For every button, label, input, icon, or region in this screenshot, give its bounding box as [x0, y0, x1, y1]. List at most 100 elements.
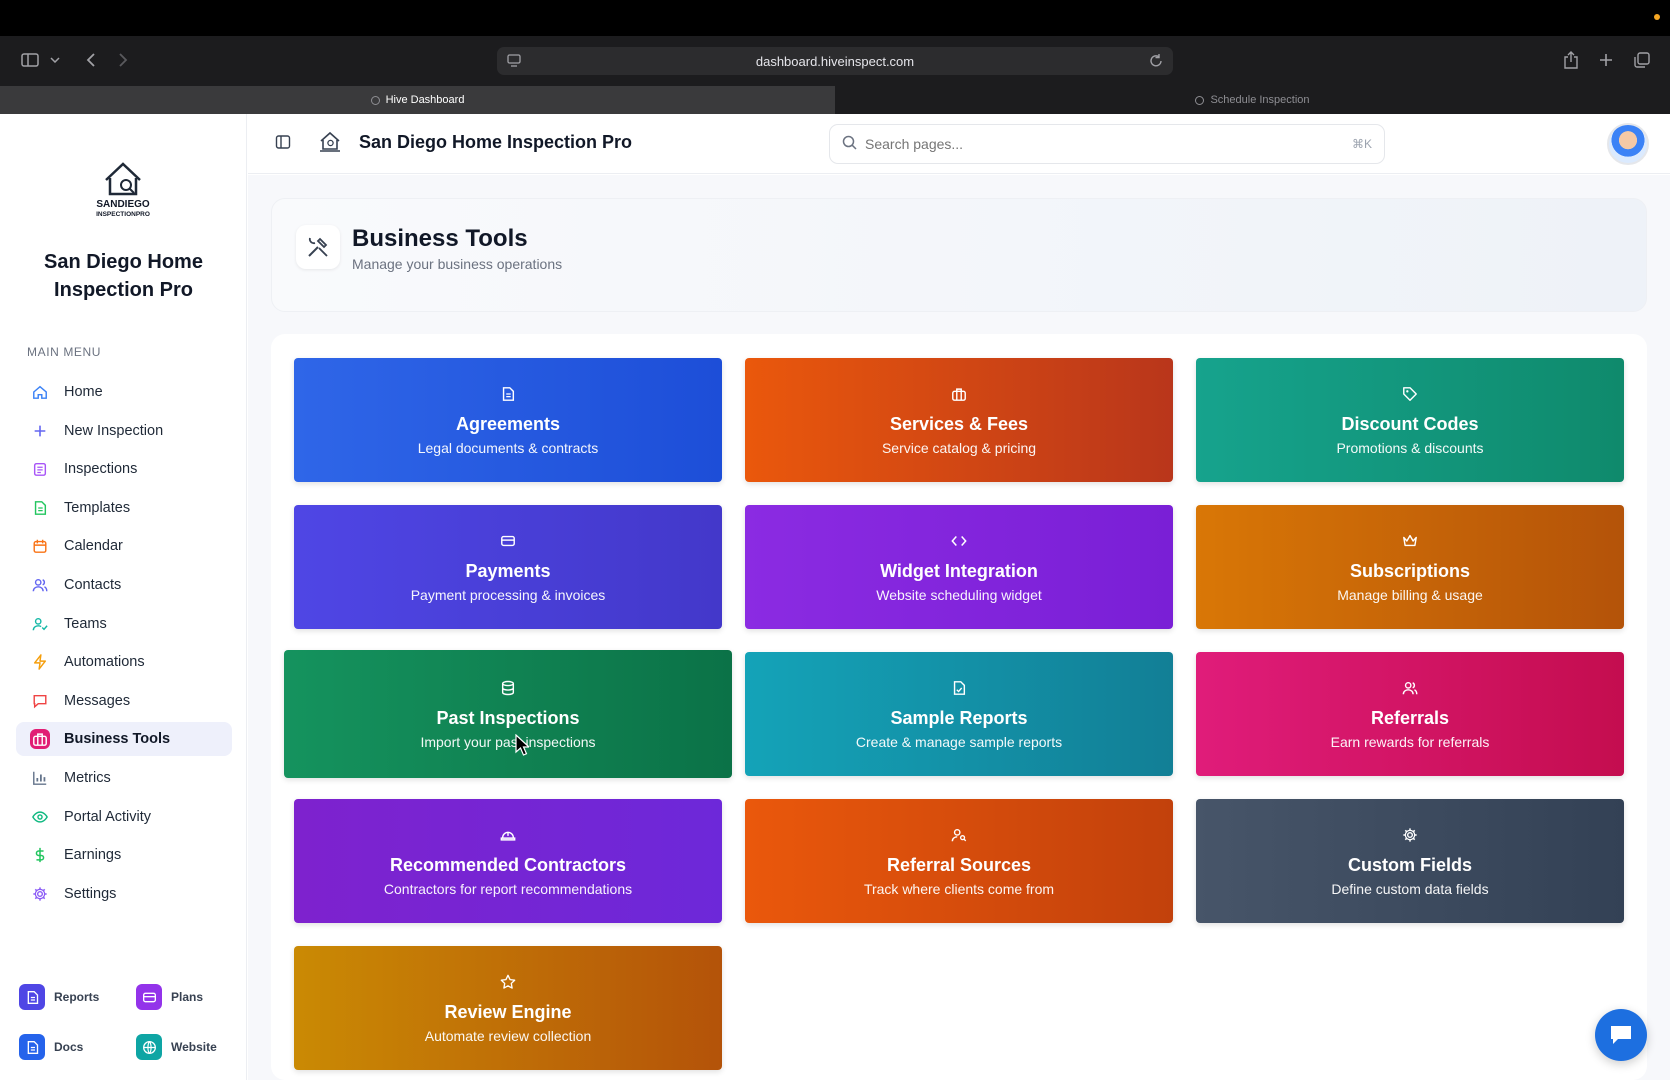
- sidebar-item-label: Inspections: [64, 461, 138, 478]
- tool-card-agreements[interactable]: Agreements Legal documents & contracts: [294, 358, 722, 482]
- tool-card-subtitle: Promotions & discounts: [1336, 439, 1484, 456]
- tool-card-title: Subscriptions: [1349, 560, 1470, 581]
- tool-card-review-engine[interactable]: Review Engine Automate review collection: [294, 946, 722, 1070]
- tab-schedule-inspection[interactable]: Schedule Inspection: [835, 86, 1670, 114]
- tool-card-custom-fields[interactable]: Custom Fields Define custom data fields: [1196, 799, 1624, 923]
- sidebar-item-inspections[interactable]: Inspections: [16, 452, 232, 486]
- sidebar-item-contacts[interactable]: Contacts: [16, 568, 232, 602]
- sidebar-item-calendar[interactable]: Calendar: [16, 529, 232, 563]
- eye-icon: [30, 807, 50, 827]
- svg-text:SANDIEGO: SANDIEGO: [96, 199, 150, 210]
- document-icon: [499, 385, 517, 403]
- page-subtitle: Manage your business operations: [352, 256, 563, 272]
- favicon-icon: [370, 95, 380, 105]
- tool-card-subtitle: Service catalog & pricing: [881, 439, 1037, 456]
- tool-card-subscriptions[interactable]: Subscriptions Manage billing & usage: [1196, 505, 1624, 629]
- page-settings-icon[interactable]: [507, 54, 521, 70]
- home-icon: [30, 382, 50, 402]
- bolt-icon: [30, 652, 50, 672]
- chevron-down-icon[interactable]: [48, 46, 62, 74]
- tab-hive-dashboard[interactable]: Hive Dashboard: [0, 86, 835, 114]
- sidebar-item-label: Automations: [64, 654, 145, 671]
- briefcase-icon: [950, 385, 968, 403]
- tool-card-title: Referrals: [1370, 707, 1450, 728]
- page-header-card: [271, 198, 1647, 312]
- tool-card-services-fees[interactable]: Services & Fees Service catalog & pricing: [745, 358, 1173, 482]
- tool-card-payments[interactable]: Payments Payment processing & invoices: [294, 505, 722, 629]
- file-check-icon: [950, 679, 968, 697]
- svg-text:INSPECTIONPRO: INSPECTIONPRO: [96, 211, 150, 218]
- card-icon: [136, 984, 162, 1010]
- search-box[interactable]: ⌘K: [829, 124, 1385, 164]
- tool-card-discount-codes[interactable]: Discount Codes Promotions & discounts: [1196, 358, 1624, 482]
- sidebar-item-messages[interactable]: Messages: [16, 684, 232, 718]
- sidebar-item-home[interactable]: Home: [16, 375, 232, 409]
- tool-card-widget-integration[interactable]: Widget Integration Website scheduling wid…: [745, 505, 1173, 629]
- tool-card-title: Past Inspections: [436, 707, 580, 728]
- search-shortcut: ⌘K: [1351, 137, 1372, 151]
- menu-section-title: MAIN MENU: [27, 345, 102, 359]
- company-logo: SANDIEGO INSPECTIONPRO: [82, 158, 164, 220]
- quick-link-label: Reports: [54, 990, 100, 1004]
- globe-icon: [136, 1034, 162, 1060]
- tool-card-title: Discount Codes: [1341, 413, 1479, 434]
- back-icon[interactable]: [80, 46, 100, 74]
- sidebar-item-automations[interactable]: Automations: [16, 645, 232, 679]
- tool-card-subtitle: Create & manage sample reports: [855, 733, 1063, 750]
- gear-icon: [1401, 826, 1419, 844]
- forward-icon[interactable]: [113, 46, 133, 74]
- search-input[interactable]: [865, 136, 1352, 152]
- tool-card-subtitle: Payment processing & invoices: [410, 586, 606, 603]
- doc-icon: [19, 1034, 45, 1060]
- tag-icon: [1401, 385, 1419, 403]
- tool-card-referrals[interactable]: Referrals Earn rewards for referrals: [1196, 652, 1624, 776]
- star-icon: [499, 973, 517, 991]
- sidebar-item-label: Contacts: [64, 577, 122, 593]
- sidebar-item-templates[interactable]: Templates: [16, 491, 232, 525]
- new-tab-icon[interactable]: [1596, 46, 1616, 74]
- quick-link-label: Plans: [171, 990, 204, 1004]
- sidebar-item-label: Settings: [64, 885, 117, 902]
- address-bar[interactable]: dashboard.hiveinspect.com: [497, 47, 1173, 75]
- tool-card-recommended-contractors[interactable]: Recommended Contractors Contractors for r…: [294, 799, 722, 923]
- code-icon: [950, 532, 968, 550]
- tool-card-referral-sources[interactable]: Referral Sources Track where clients come…: [745, 799, 1173, 923]
- tool-card-subtitle: Automate review collection: [424, 1027, 592, 1044]
- reload-icon[interactable]: [1149, 53, 1163, 71]
- sidebar-item-business-tools[interactable]: Business Tools: [16, 722, 232, 757]
- sidebar-item-metrics[interactable]: Metrics: [16, 761, 232, 795]
- mouse-cursor-icon: [515, 733, 531, 761]
- tool-card-title: Services & Fees: [889, 413, 1029, 434]
- tool-card-past-inspections[interactable]: Past Inspections Import your past inspect…: [284, 650, 732, 778]
- sidebar-toggle-icon[interactable]: [18, 46, 42, 74]
- share-icon[interactable]: [1561, 46, 1581, 74]
- quick-link-docs[interactable]: Docs: [19, 1033, 83, 1061]
- tool-card-title: Referral Sources: [886, 854, 1032, 875]
- dollar-icon: [30, 845, 50, 865]
- quick-link-website[interactable]: Website: [136, 1033, 217, 1061]
- collapse-sidebar-icon[interactable]: [275, 134, 291, 155]
- tool-card-sample-reports[interactable]: Sample Reports Create & manage sample rep…: [745, 652, 1173, 776]
- user-avatar[interactable]: [1607, 123, 1649, 165]
- tab-label: Schedule Inspection: [1210, 94, 1310, 106]
- tool-card-subtitle: Earn rewards for referrals: [1330, 733, 1490, 750]
- bar-chart-icon: [30, 768, 50, 788]
- sidebar-item-earnings[interactable]: Earnings: [16, 838, 232, 872]
- chat-button[interactable]: [1595, 1009, 1647, 1061]
- sidebar-item-settings[interactable]: Settings: [16, 877, 232, 911]
- user-search-icon: [950, 826, 968, 844]
- sidebar-item-portal-activity[interactable]: Portal Activity: [16, 800, 232, 834]
- sidebar-item-teams[interactable]: Teams: [16, 607, 232, 641]
- tool-card-subtitle: Import your past inspections: [420, 733, 596, 750]
- tab-overview-icon[interactable]: [1632, 46, 1652, 74]
- brand-name: San Diego Home Inspection Pro: [44, 251, 203, 301]
- sidebar-item-label: Portal Activity: [64, 808, 152, 825]
- tool-card-subtitle: Contractors for report recommendations: [383, 880, 633, 897]
- plus-icon: [30, 421, 50, 441]
- sidebar-item-label: Home: [64, 384, 103, 400]
- quick-link-plans[interactable]: Plans: [136, 983, 203, 1011]
- tools-icon: [296, 225, 340, 269]
- quick-link-reports[interactable]: Reports: [19, 983, 99, 1011]
- clipboard-icon: [30, 459, 50, 479]
- sidebar-item-new-inspection[interactable]: New Inspection: [16, 414, 232, 448]
